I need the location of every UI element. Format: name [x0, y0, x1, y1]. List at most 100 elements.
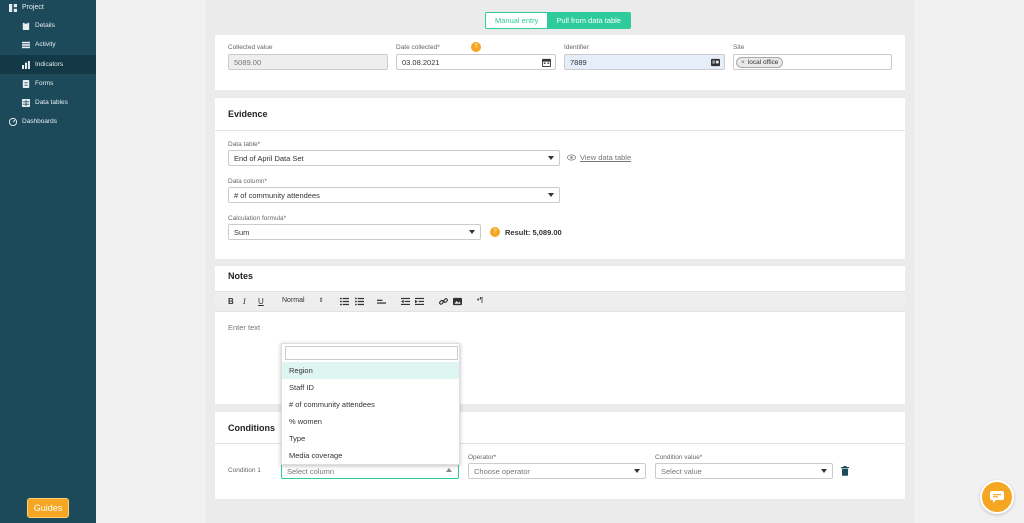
chat-icon: [990, 491, 1004, 503]
dropdown-option[interactable]: Region: [282, 362, 459, 379]
manual-entry-tab[interactable]: Manual entry: [486, 13, 548, 28]
sidebar-item-activity[interactable]: Activity: [0, 35, 96, 54]
dropdown-option[interactable]: Media coverage: [282, 447, 459, 464]
chevron-up-icon: [446, 468, 452, 472]
calendar-icon[interactable]: [542, 58, 551, 67]
format-select-label: Normal: [282, 297, 305, 304]
sidebar-item-data-tables[interactable]: Data tables: [0, 93, 96, 112]
data-table-select[interactable]: End of April Data Set: [228, 150, 560, 166]
identifier-field[interactable]: 7889: [564, 54, 725, 70]
condition-column-select[interactable]: Select column: [281, 463, 459, 479]
chevron-down-icon: [548, 156, 554, 160]
result-text: Result: 5,089.00: [505, 228, 562, 237]
outdent-icon[interactable]: [401, 297, 410, 306]
list-icon: [22, 41, 30, 48]
data-column-value: # of community attendees: [234, 190, 320, 200]
align-icon[interactable]: [377, 297, 386, 306]
collected-value-field: 5089.00: [228, 54, 388, 70]
evidence-card: Evidence Data table* End of April Data S…: [215, 98, 905, 259]
sidebar-item-indicators[interactable]: Indicators: [0, 55, 96, 74]
bullet-list-icon[interactable]: [355, 297, 364, 306]
sidebar-item-label: Forms: [35, 80, 54, 87]
site-chip[interactable]: × local office: [736, 56, 784, 68]
data-table-label: Data table*: [228, 141, 261, 148]
sidebar-item-forms[interactable]: Forms: [0, 74, 96, 93]
sidebar-item-label: Project: [22, 4, 44, 11]
divider: [215, 130, 905, 131]
operator-label: Operator*: [468, 454, 497, 461]
conditions-title: Conditions: [228, 423, 275, 433]
condition-column-placeholder: Select column: [287, 466, 335, 476]
sidebar-item-label: Dashboards: [22, 118, 58, 125]
sidebar: Project Details Activity Indicators Form…: [0, 0, 96, 523]
dropdown-option[interactable]: # of community attendees: [282, 396, 459, 413]
guides-button[interactable]: Guides: [27, 498, 69, 518]
editor-toolbar: B I U Normal ⇕ •¶: [215, 291, 905, 312]
id-card-icon: [711, 58, 720, 67]
evidence-title: Evidence: [228, 109, 268, 119]
data-column-select[interactable]: # of community attendees: [228, 187, 560, 203]
table-icon: [22, 98, 30, 107]
info-icon[interactable]: ?: [471, 42, 481, 52]
dropdown-option[interactable]: Staff ID: [282, 379, 459, 396]
format-select[interactable]: Normal ⇕: [282, 297, 324, 304]
dropdown-search-input[interactable]: [285, 346, 458, 360]
site-label: Site: [733, 44, 745, 51]
chevron-down-icon: [469, 230, 475, 234]
identifier-value: 7889: [570, 57, 587, 67]
column-dropdown-menu: Region Staff ID # of community attendees…: [281, 343, 460, 465]
trash-icon[interactable]: [841, 466, 849, 476]
bold-icon[interactable]: B: [228, 297, 234, 306]
chat-button[interactable]: [980, 480, 1014, 514]
operator-placeholder: Choose operator: [474, 466, 530, 476]
notes-title: Notes: [228, 271, 254, 281]
sidebar-item-label: Indicators: [35, 61, 64, 68]
value-card: Collected value 5089.00 Date collected* …: [215, 35, 905, 90]
eye-icon: [567, 154, 576, 161]
image-icon[interactable]: [453, 297, 462, 306]
clipboard-icon: [22, 21, 30, 30]
remove-chip-icon[interactable]: ×: [741, 59, 745, 66]
date-value: 03.08.2021: [402, 57, 440, 67]
grid-icon: [9, 3, 17, 12]
italic-icon[interactable]: I: [243, 297, 246, 306]
collected-value-label: Collected value: [228, 44, 273, 51]
condition-row-label: Condition 1: [228, 467, 261, 474]
data-column-label: Data column*: [228, 178, 268, 185]
calculation-formula-select[interactable]: Sum: [228, 224, 481, 240]
indent-icon[interactable]: [415, 297, 424, 306]
chevron-down-icon: [634, 469, 640, 473]
data-table-value: End of April Data Set: [234, 153, 304, 163]
dropdown-option[interactable]: Type: [282, 430, 459, 447]
identifier-label: Identifier: [564, 44, 589, 51]
condition-value-label: Condition value*: [655, 454, 703, 461]
site-chip-label: local office: [747, 58, 779, 66]
sidebar-item-label: Data tables: [35, 99, 68, 106]
info-icon[interactable]: ?: [490, 227, 500, 237]
sidebar-item-dashboards[interactable]: Dashboards: [0, 112, 96, 131]
pull-from-data-table-tab[interactable]: Pull from data table: [547, 13, 630, 28]
sidebar-item-label: Details: [35, 22, 55, 29]
sidebar-item-project[interactable]: Project: [0, 0, 96, 17]
sidebar-item-label: Activity: [35, 41, 56, 48]
updown-icon: ⇕: [318, 298, 324, 304]
date-collected-label: Date collected*: [396, 44, 440, 51]
sidebar-item-details[interactable]: Details: [0, 16, 96, 35]
date-collected-field[interactable]: 03.08.2021: [396, 54, 556, 70]
underline-icon[interactable]: U: [258, 297, 264, 306]
chevron-down-icon: [548, 193, 554, 197]
ordered-list-icon[interactable]: [340, 297, 349, 306]
entry-mode-toggle: Manual entry Pull from data table: [485, 12, 631, 29]
clear-format-icon[interactable]: •¶: [477, 297, 483, 304]
dropdown-option[interactable]: % women: [282, 413, 459, 430]
link-icon[interactable]: [439, 297, 448, 306]
gauge-icon: [9, 117, 17, 126]
notes-editor-placeholder[interactable]: Enter text: [228, 323, 260, 332]
chevron-down-icon: [821, 469, 827, 473]
site-field[interactable]: × local office: [733, 54, 892, 70]
view-data-table-link[interactable]: View data table: [580, 153, 631, 162]
operator-select[interactable]: Choose operator: [468, 463, 646, 479]
condition-value-select[interactable]: Select value: [655, 463, 833, 479]
form-icon: [22, 79, 30, 88]
bar-chart-icon: [22, 60, 30, 69]
